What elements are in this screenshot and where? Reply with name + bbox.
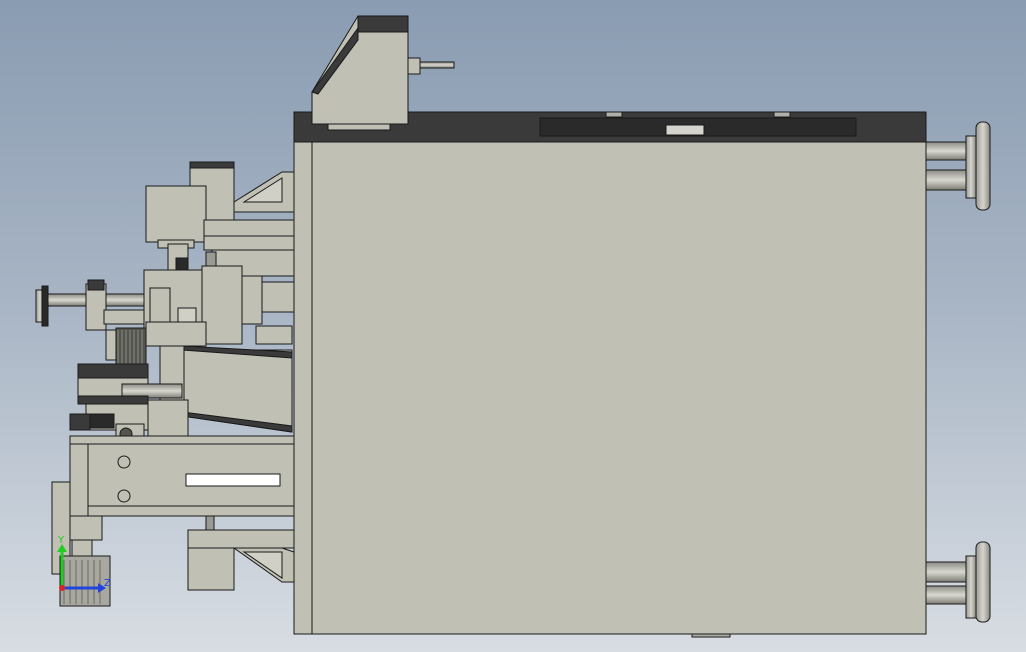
bottom-foot	[691, 633, 731, 638]
lower-beam	[69, 435, 295, 517]
lever-arm	[419, 61, 455, 69]
triad-origin	[59, 585, 65, 591]
handwheel-bottom-knob	[975, 541, 991, 623]
main-cabinet	[293, 111, 927, 638]
beam-hole-2	[117, 489, 131, 503]
top-clip-right	[773, 111, 791, 118]
top-clip-left	[605, 111, 623, 118]
control-head-base	[327, 123, 391, 131]
beam-label-plate	[185, 473, 281, 487]
handwheel-top	[925, 121, 991, 211]
triad-y-label: Y	[57, 535, 65, 546]
slot-handle	[665, 124, 705, 136]
handwheel-top-knob	[975, 121, 991, 211]
cabinet-body	[293, 141, 927, 635]
control-head-cap	[357, 15, 409, 33]
triad-z-label: Z	[104, 578, 111, 589]
beam-hole-1	[117, 455, 131, 469]
cad-model-drawing: Y Z	[35, 15, 991, 638]
bottom-bracket	[187, 515, 295, 591]
lever-hub	[407, 57, 421, 75]
cad-viewport[interactable]: Y Z	[0, 0, 1026, 652]
handwheel-bottom	[925, 541, 991, 623]
